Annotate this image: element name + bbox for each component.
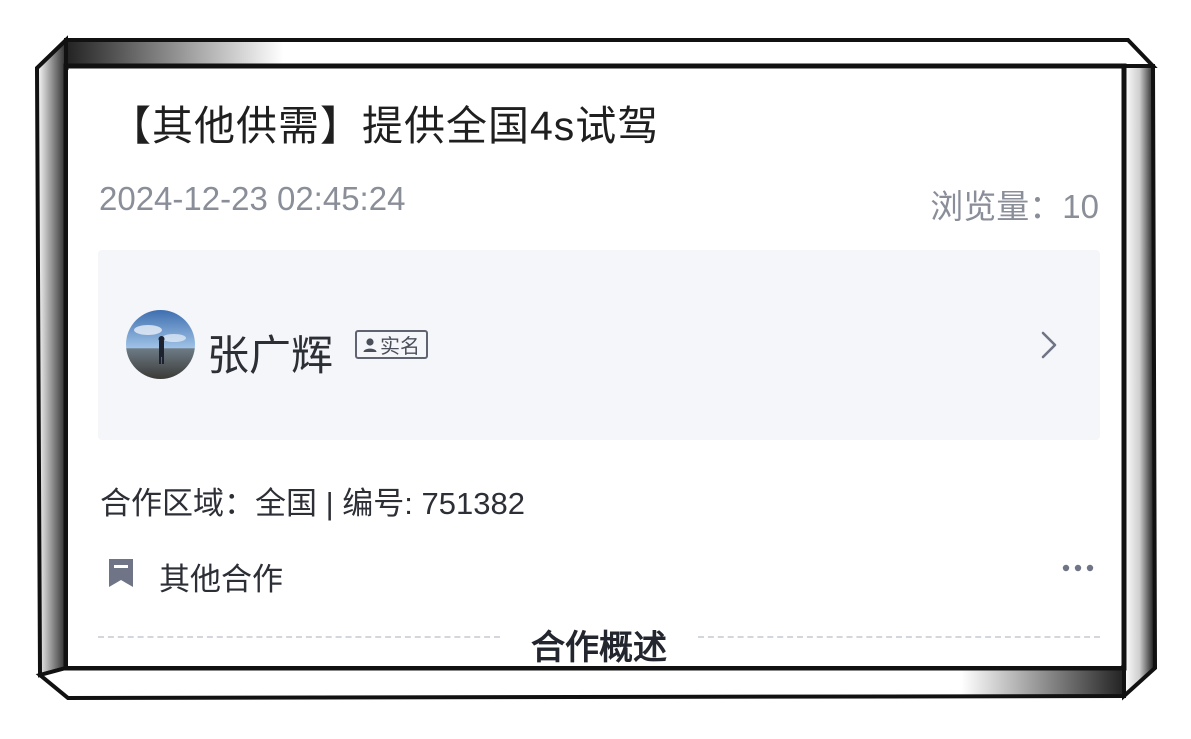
chevron-right-icon[interactable]: [1040, 330, 1058, 360]
section-title: 合作概述: [531, 629, 667, 666]
verified-badge: 实名: [355, 330, 428, 359]
post-date: 2024-12-23 02:45:24: [99, 180, 406, 217]
view-count: 浏览量：10: [930, 188, 1099, 225]
divider-right: [698, 636, 1100, 638]
region-and-id: 合作区域：全国 | 编号: 751382: [100, 486, 525, 521]
avatar-photo: [126, 310, 195, 379]
category-row: 其他合作: [104, 554, 1094, 597]
user-name[interactable]: 张广辉: [207, 322, 333, 383]
category-label: 其他合作: [159, 562, 283, 597]
verified-badge-label: 实名: [380, 336, 420, 358]
user-profile-link[interactable]: 张广辉 实名: [98, 250, 1100, 440]
person-icon: [363, 337, 377, 352]
post-title: 【其他供需】提供全国4s试驾: [110, 103, 660, 149]
post-card: 【其他供需】提供全国4s试驾 2024-12-23 02:45:24 浏览量：1…: [68, 70, 1121, 666]
section-header: 合作概述: [98, 620, 1100, 666]
more-dots-icon[interactable]: [1062, 564, 1094, 572]
avatar[interactable]: [126, 310, 195, 379]
bookmark-icon: [109, 559, 133, 587]
